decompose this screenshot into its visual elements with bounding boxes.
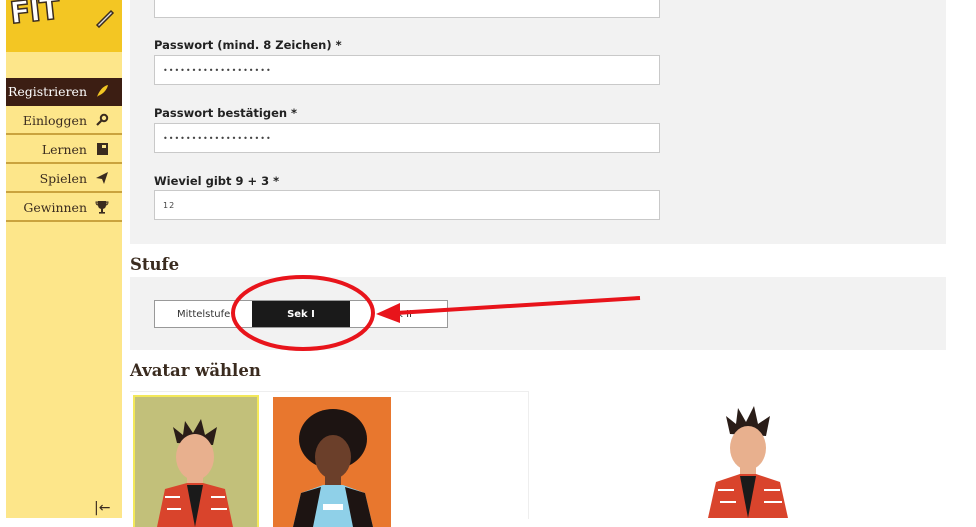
sidebar-item-label: Spielen — [39, 170, 87, 186]
sidebar-item-label: Gewinnen — [23, 199, 87, 215]
level-option-mittelstufe[interactable]: Mittelstufe — [155, 301, 252, 327]
confirm-password-field[interactable]: ••••••••••••••••••• — [154, 123, 660, 153]
sidebar-item-label: Einloggen — [22, 112, 87, 128]
level-card: Mittelstufe Sek I Sek II — [130, 277, 946, 350]
captcha-label: Wieviel gibt 9 + 3 * — [154, 174, 280, 188]
captcha-field[interactable]: 12 — [154, 190, 660, 220]
password-label: Passwort (mind. 8 Zeichen) * — [154, 38, 342, 52]
trophy-icon — [94, 199, 110, 215]
level-option-sek-i[interactable]: Sek I — [252, 301, 350, 327]
selected-avatar-preview — [690, 390, 810, 518]
avatar-grid — [130, 391, 529, 527]
level-option-sek-ii[interactable]: Sek II — [350, 301, 447, 327]
avatar-option-curly[interactable] — [273, 397, 391, 527]
avatar-option-boy[interactable] — [133, 395, 259, 527]
boy-avatar-illustration — [157, 419, 233, 527]
feather-icon — [94, 83, 110, 99]
sidebar-nav: Registrieren Einloggen Lernen Spielen Ge… — [6, 78, 122, 223]
logo-text: FIT — [8, 0, 62, 32]
sidebar-item-gewinnen[interactable]: Gewinnen — [6, 194, 122, 222]
logo[interactable]: FIT — [6, 0, 122, 52]
pencil-icon — [95, 9, 115, 28]
sidebar-item-einloggen[interactable]: Einloggen — [6, 107, 122, 135]
email-field-bottom-edge[interactable] — [154, 0, 660, 18]
book-icon — [94, 141, 110, 157]
sidebar-item-label: Lernen — [41, 141, 87, 157]
key-icon — [94, 112, 110, 128]
curly-avatar-illustration — [293, 409, 373, 527]
sidebar: FIT Registrieren Einloggen Lernen Spiele… — [6, 0, 122, 518]
confirm-password-label: Passwort bestätigen * — [154, 106, 298, 120]
sidebar-item-label: Registrieren — [7, 83, 87, 99]
sidebar-item-spielen[interactable]: Spielen — [6, 165, 122, 193]
level-selector: Mittelstufe Sek I Sek II — [154, 300, 448, 328]
paper-plane-icon — [94, 170, 110, 186]
sidebar-item-lernen[interactable]: Lernen — [6, 136, 122, 164]
level-heading: Stufe — [130, 255, 180, 274]
sidebar-item-registrieren[interactable]: Registrieren — [6, 78, 122, 106]
avatar-heading: Avatar wählen — [130, 361, 261, 380]
preview-avatar-illustration — [708, 406, 788, 518]
collapse-sidebar-button[interactable]: |← — [94, 500, 110, 516]
password-field[interactable]: ••••••••••••••••••• — [154, 55, 660, 85]
account-form-card: Passwort (mind. 8 Zeichen) * •••••••••••… — [130, 0, 946, 244]
